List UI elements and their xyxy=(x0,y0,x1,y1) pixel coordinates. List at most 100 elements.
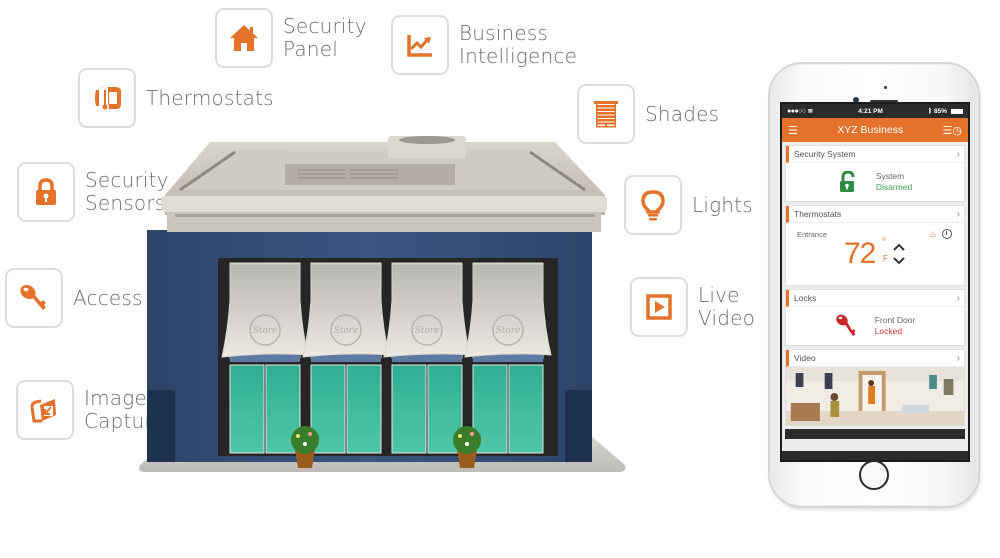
lights-tile[interactable] xyxy=(624,175,682,235)
video-card: Video › xyxy=(785,349,965,426)
security-label: System xyxy=(875,171,905,181)
label-line: Live xyxy=(698,283,740,307)
label-line: Panel xyxy=(283,37,338,61)
thermostats-header[interactable]: Thermostats › xyxy=(786,206,964,223)
feature-lights[interactable]: Lights xyxy=(624,175,753,235)
security-system-card: Security System › System Disarmed xyxy=(785,145,965,202)
awning-store-text: Store xyxy=(334,326,359,336)
cornice-dentils xyxy=(175,214,595,217)
image-capture-tile[interactable] xyxy=(16,380,74,440)
hamburger-menu-icon[interactable]: ☰ xyxy=(788,124,798,137)
video-header[interactable]: Video › xyxy=(786,350,964,367)
proximity-sensor xyxy=(884,86,887,89)
security-system-status[interactable]: System Disarmed xyxy=(786,163,964,201)
key-icon xyxy=(20,284,46,310)
label-line: Security xyxy=(283,14,367,38)
thermostat-control: Entrance 72 ° F ♨ xyxy=(786,223,964,285)
battery-percent: 85% xyxy=(933,107,947,115)
feature-business-intelligence[interactable]: Business Intelligence xyxy=(391,15,577,75)
label-line: Lights xyxy=(692,192,753,217)
live-video-label: Live Video xyxy=(698,284,755,330)
shades-label: Shades xyxy=(645,101,720,126)
awning xyxy=(302,263,390,358)
label-line: Intelligence xyxy=(459,44,578,68)
temperature-unit: F xyxy=(883,254,888,263)
front-door-lock-status[interactable]: Front Door Locked xyxy=(786,307,964,345)
chevron-right-icon: › xyxy=(956,292,960,304)
smartphone-mockup: ●●●○○ ≋ 4:21 PM ᛒ 85% ☰ XYZ Business ☰◷ … xyxy=(768,62,980,508)
status-bar: ●●●○○ ≋ 4:21 PM ᛒ 85% xyxy=(782,104,968,118)
lights-label: Lights xyxy=(692,192,753,217)
image-capture-icon xyxy=(30,399,56,423)
label-line: Access xyxy=(73,285,143,310)
battery-icon xyxy=(951,108,963,114)
locks-card: Locks › Front Door Locked xyxy=(785,289,965,346)
feature-access[interactable]: Access xyxy=(5,268,143,328)
access-label: Access xyxy=(73,285,143,310)
status-time: 4:21 PM xyxy=(858,107,883,115)
security-panel-label: Security Panel xyxy=(283,15,367,61)
window-shade-icon xyxy=(594,101,618,128)
thermostats-tile[interactable] xyxy=(78,68,136,128)
security-system-header[interactable]: Security System › xyxy=(786,146,964,163)
card-title: Security System xyxy=(794,149,856,159)
degree-symbol: ° xyxy=(882,237,886,248)
awning-store-text: Store xyxy=(496,326,521,336)
key-icon xyxy=(835,314,856,336)
live-video-tile[interactable] xyxy=(630,277,688,337)
lock-name: Front Door xyxy=(874,315,916,325)
thermostat-location: Entrance xyxy=(797,230,828,239)
thermostats-label: Thermostats xyxy=(146,85,274,110)
lightbulb-icon xyxy=(641,190,665,221)
card-title: Thermostats xyxy=(794,209,842,219)
temperature-down-button[interactable] xyxy=(892,256,906,266)
locks-header[interactable]: Locks › xyxy=(786,290,964,307)
trend-chart-icon xyxy=(407,35,432,57)
card-title: Video xyxy=(794,353,816,363)
lock-status: Locked xyxy=(874,326,903,336)
temperature-value: 72 xyxy=(844,237,876,270)
security-panel-tile[interactable] xyxy=(215,8,273,68)
business-intelligence-tile[interactable] xyxy=(391,15,449,75)
thermostats-card: Thermostats › Entrance 72 ° F ♨ xyxy=(785,205,965,286)
flame-icon[interactable]: ♨ xyxy=(929,229,937,240)
play-icon xyxy=(646,294,672,320)
awning xyxy=(464,263,552,358)
card-title: Locks xyxy=(794,293,817,303)
label-line: Thermostats xyxy=(146,85,274,110)
home-button[interactable] xyxy=(859,460,889,490)
storefront-building-illustration: Store Store Store Store xyxy=(139,136,626,472)
awning-store-text: Store xyxy=(415,326,440,336)
label-line: Video xyxy=(698,306,756,330)
feature-thermostats[interactable]: Thermostats xyxy=(78,68,274,128)
label-line: Business xyxy=(459,21,549,45)
signal-strength: ●●●○○ xyxy=(787,107,806,115)
house-icon xyxy=(230,25,258,51)
temperature-up-button[interactable] xyxy=(892,242,906,252)
thermostat-icon xyxy=(95,86,121,111)
awning xyxy=(221,263,309,358)
feature-live-video[interactable]: Live Video xyxy=(630,277,755,337)
awning-store-text: Store xyxy=(253,326,278,336)
screen-bottom-bar xyxy=(785,429,965,439)
app-title: XYZ Business xyxy=(837,124,904,136)
chevron-right-icon: › xyxy=(956,208,960,220)
access-tile[interactable] xyxy=(5,268,63,328)
chevron-right-icon: › xyxy=(956,148,960,160)
wifi-icon: ≋ xyxy=(807,108,814,115)
dashboard-content: Security System › System Disarmed Thermo… xyxy=(782,142,968,451)
feature-security-panel[interactable]: Security Panel xyxy=(215,8,367,68)
unlocked-padlock-icon xyxy=(839,171,855,192)
app-header: ☰ XYZ Business ☰◷ xyxy=(782,118,968,142)
padlock-icon xyxy=(36,178,56,205)
awning xyxy=(383,263,471,358)
label-line: Shades xyxy=(645,101,720,126)
business-intelligence-label: Business Intelligence xyxy=(459,22,577,68)
bluetooth-icon: ᛒ xyxy=(928,107,932,115)
clock-icon[interactable] xyxy=(942,229,952,239)
video-feed-thumbnail[interactable] xyxy=(786,367,964,425)
chevron-right-icon: › xyxy=(956,352,960,364)
security-sensors-tile[interactable] xyxy=(17,162,75,222)
schedule-icon[interactable]: ☰◷ xyxy=(943,124,962,137)
phone-screen: ●●●○○ ≋ 4:21 PM ᛒ 85% ☰ XYZ Business ☰◷ … xyxy=(780,102,970,462)
